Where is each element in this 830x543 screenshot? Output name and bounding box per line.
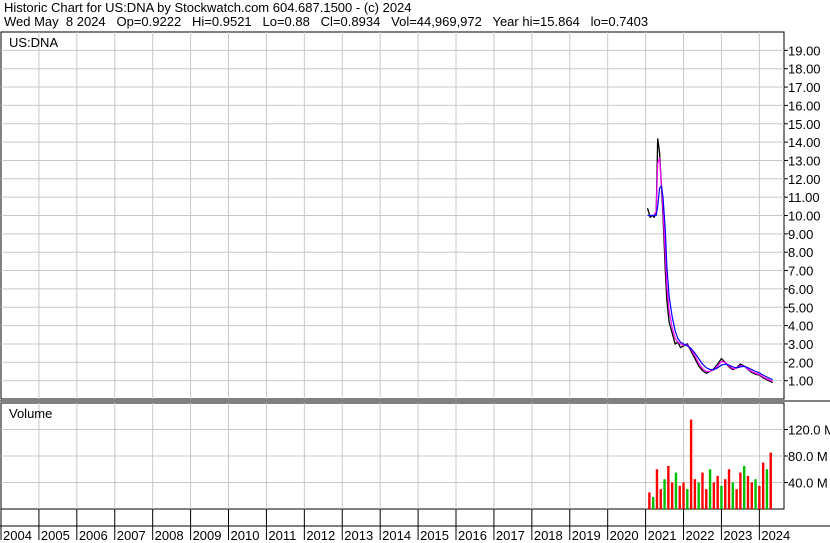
x-axis-year-label: 2012 xyxy=(306,528,335,543)
price-tick-label: 7.00 xyxy=(788,264,813,279)
x-axis-year-label: 2015 xyxy=(420,528,449,543)
volume-bar xyxy=(689,419,693,509)
volume-bar xyxy=(769,452,772,509)
volume-bar xyxy=(686,489,689,509)
volume-tick-label: 120.0 M xyxy=(788,423,830,438)
volume-bar xyxy=(667,465,670,509)
price-tick-label: 12.00 xyxy=(788,172,821,187)
x-axis-year-label: 2022 xyxy=(686,528,715,543)
x-axis-year-label: 2005 xyxy=(41,528,70,543)
stock-chart: 1.00 2.00 3.00 4.00 5.00 6.00 7.00 8.00 9.00 10.0… xyxy=(0,31,830,543)
price-tick-label: 4.00 xyxy=(788,319,813,334)
volume-bar xyxy=(750,482,753,509)
volume-bar xyxy=(716,475,719,509)
price-tick-label: 18.00 xyxy=(788,62,821,77)
volume-tick-label: 40.0 M xyxy=(788,476,828,491)
volume-bar xyxy=(663,479,666,509)
volume-bar xyxy=(712,482,716,509)
volume-bar xyxy=(659,489,662,509)
price-tick-label: 9.00 xyxy=(788,227,813,242)
volume-tick-label: 80.0 M xyxy=(788,449,828,464)
volume-bar xyxy=(655,469,659,509)
price-tick-label: 1.00 xyxy=(788,374,813,389)
volume-bar xyxy=(727,469,731,509)
price-tick-label: 11.00 xyxy=(788,190,820,205)
x-axis-year-label: 2024 xyxy=(761,528,790,543)
volume-bar xyxy=(739,472,742,509)
price-tick-label: 14.00 xyxy=(788,135,821,150)
volume-bar xyxy=(761,462,765,509)
price-panel-label: US:DNA xyxy=(9,35,58,50)
x-axis-year-label: 2006 xyxy=(79,528,108,543)
x-axis-year-label: 2018 xyxy=(534,528,563,543)
volume-bar xyxy=(742,465,746,509)
volume-bar xyxy=(697,482,700,509)
price-tick-label: 6.00 xyxy=(788,282,813,297)
volume-bar xyxy=(708,469,712,509)
volume-bar xyxy=(720,485,723,509)
price-tick-label: 17.00 xyxy=(788,80,821,95)
volume-bar xyxy=(746,475,750,509)
price-tick-label: 2.00 xyxy=(788,355,813,370)
volume-bar xyxy=(693,479,697,509)
volume-bar xyxy=(754,479,757,509)
x-axis-year-label: 2020 xyxy=(610,528,639,543)
volume-bar xyxy=(765,469,769,509)
x-axis-year-label: 2023 xyxy=(723,528,752,543)
volume-bar xyxy=(731,482,735,509)
price-tick-label: 19.00 xyxy=(788,43,821,58)
price-tick-label: 8.00 xyxy=(788,245,813,260)
price-tick-label: 13.00 xyxy=(788,153,821,168)
x-axis-year-label: 2009 xyxy=(193,528,222,543)
x-axis-year-label: 2013 xyxy=(344,528,373,543)
price-tick-label: 5.00 xyxy=(788,300,813,315)
price-tick-label: 10.00 xyxy=(788,209,821,224)
x-axis-year-label: 2019 xyxy=(572,528,601,543)
volume-bar xyxy=(670,482,674,509)
x-axis-year-label: 2004 xyxy=(3,528,32,543)
x-axis-year-label: 2014 xyxy=(382,528,411,543)
volume-bar xyxy=(701,472,704,509)
volume-bar xyxy=(678,485,681,509)
price-tick-label: 3.00 xyxy=(788,337,813,352)
volume-bar xyxy=(758,485,761,509)
volume-bar xyxy=(724,479,727,509)
volume-panel-label: Volume xyxy=(9,406,52,421)
x-axis-year-label: 2016 xyxy=(458,528,487,543)
x-axis-year-label: 2017 xyxy=(496,528,525,543)
volume-bar xyxy=(705,489,708,509)
x-axis-year-label: 2007 xyxy=(117,528,146,543)
volume-bar xyxy=(651,497,655,509)
volume-bar xyxy=(674,472,678,509)
x-axis-year-label: 2011 xyxy=(268,528,296,543)
x-axis-year-label: 2010 xyxy=(231,528,260,543)
volume-bar xyxy=(682,482,685,509)
volume-bar xyxy=(648,492,651,509)
price-tick-label: 16.00 xyxy=(788,98,821,113)
x-axis-year-label: 2021 xyxy=(648,528,677,543)
price-tick-label: 15.00 xyxy=(788,117,821,132)
x-axis-year-label: 2008 xyxy=(155,528,184,543)
volume-bar xyxy=(735,489,738,509)
